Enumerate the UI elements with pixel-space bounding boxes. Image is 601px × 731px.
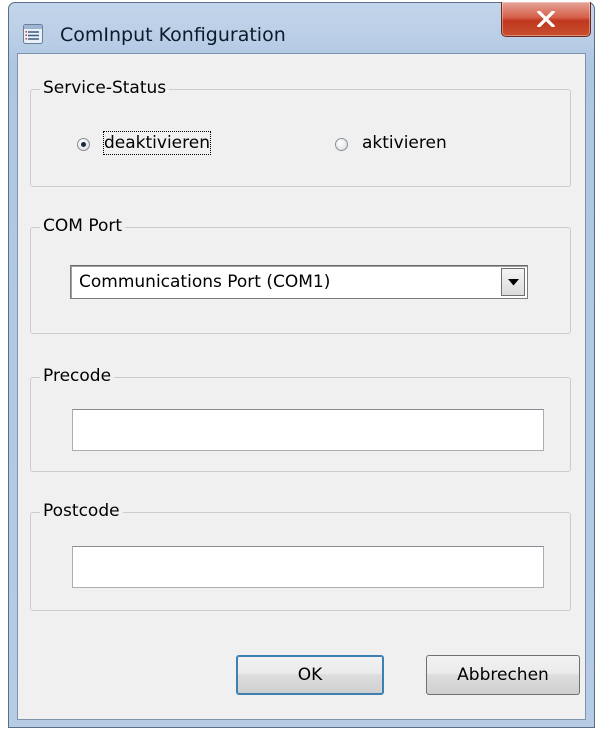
com-port-dropdown-button[interactable] (501, 268, 525, 296)
title-bar[interactable]: ComInput Konfiguration (9, 2, 594, 53)
cancel-button[interactable]: Abbrechen (426, 655, 580, 695)
radio-label-aktivieren[interactable]: aktivieren (362, 132, 447, 154)
radio-label-deaktivieren[interactable]: deaktivieren (103, 131, 211, 155)
postcode-input[interactable] (72, 546, 544, 588)
com-port-selected-value: Communications Port (COM1) (79, 272, 331, 292)
radio-button-deaktivieren[interactable] (77, 138, 90, 151)
service-status-legend: Service-Status (40, 77, 170, 99)
list-window-icon (23, 24, 43, 44)
com-port-select[interactable]: Communications Port (COM1) (70, 265, 528, 299)
radio-selected-dot (81, 142, 86, 147)
chevron-down-icon (508, 279, 519, 286)
close-button[interactable] (501, 2, 591, 37)
precode-input[interactable] (72, 409, 544, 451)
postcode-legend: Postcode (40, 500, 123, 522)
com-port-legend: COM Port (40, 215, 126, 237)
close-icon (537, 11, 555, 27)
window-title: ComInput Konfiguration (60, 24, 286, 46)
precode-legend: Precode (40, 365, 115, 387)
ok-button[interactable]: OK (236, 655, 384, 695)
radio-button-aktivieren[interactable] (335, 138, 348, 151)
